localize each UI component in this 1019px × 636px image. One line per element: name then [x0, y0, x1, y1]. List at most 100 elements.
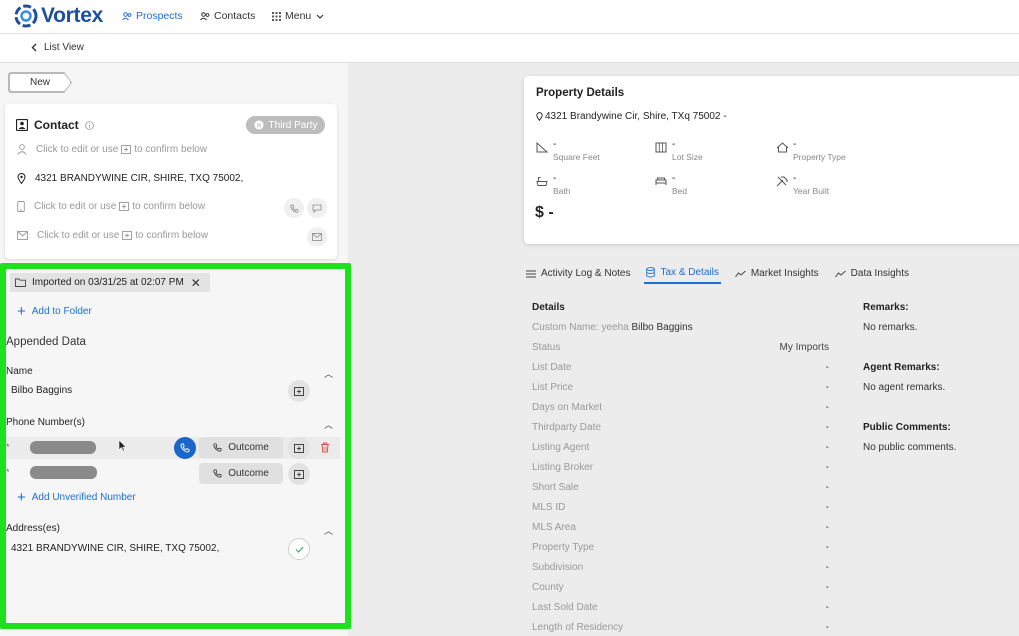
tab-activity-log[interactable]: Activity Log & Notes [524, 263, 632, 284]
plus-icon: + [17, 303, 26, 320]
detail-row-label: Thirdparty Date [532, 422, 601, 433]
stat-value: - [672, 139, 676, 150]
stat-value: - [672, 173, 676, 184]
confirm-icon [119, 202, 130, 211]
third-party-badge[interactable]: n Third Party [246, 116, 325, 134]
detail-row-value: - [825, 362, 829, 373]
confirm-name-button[interactable] [288, 380, 310, 402]
detail-row-value: - [825, 542, 829, 553]
add-unverified-number-link[interactable]: + Add Unverified Number [17, 490, 136, 505]
location-pin-icon [17, 173, 26, 184]
outcome-label: Outcome [228, 468, 269, 479]
detail-row-value: - [825, 402, 829, 413]
add-to-folder-link[interactable]: + Add to Folder [17, 304, 92, 319]
stat-value: - [553, 173, 557, 184]
contact-card-icon [16, 119, 28, 131]
back-to-list-view[interactable]: List View [31, 42, 84, 53]
phone-icon [180, 443, 190, 453]
confirm-icon [294, 469, 304, 479]
stat-label: Bath [553, 186, 571, 196]
contact-phone-field[interactable]: Click to edit or use to confirm below [17, 201, 205, 212]
tab-label: Market Insights [750, 268, 819, 279]
trend-icon [734, 270, 746, 277]
verified-address-button[interactable] [288, 538, 310, 560]
outcome-button[interactable]: Outcome [199, 463, 283, 484]
trash-icon[interactable] [320, 442, 330, 453]
remove-import-chip-icon[interactable]: ✕ [191, 276, 201, 290]
nav-prospects[interactable]: Prospects [122, 10, 183, 22]
call-phone-button[interactable] [174, 437, 196, 459]
tab-label: Activity Log & Notes [541, 268, 631, 279]
mouse-cursor-icon [118, 439, 127, 452]
stat-label: Property Type [793, 152, 846, 162]
status-tag-new[interactable]: New [9, 73, 71, 92]
detail-row-label: Subdivision [532, 562, 584, 573]
confirm-phone-button[interactable] [288, 437, 310, 459]
chevron-down-icon [316, 14, 324, 19]
tab-market-insights[interactable]: Market Insights [733, 263, 821, 284]
detail-row-label: Short Sale [532, 482, 579, 493]
detail-tabs: Activity Log & Notes Tax & Details Marke… [524, 263, 923, 285]
people-icon [122, 11, 132, 20]
appended-data-section: Imported on 03/31/25 at 02:07 PM ✕ + Add… [0, 263, 351, 629]
stat-label: Lot Size [672, 152, 703, 162]
detail-row-label: Status [532, 342, 561, 353]
vortex-logo[interactable]: Vortex [14, 4, 103, 28]
bed-icon [655, 177, 667, 185]
chevron-up-icon[interactable]: ︿ [324, 524, 333, 537]
contact-email-field[interactable]: Click to edit or use to confirm below [17, 230, 208, 241]
detail-row-label: List Price [532, 382, 574, 393]
contact-name-field[interactable]: Click to edit or use to confirm below [17, 144, 207, 155]
folder-icon [15, 278, 26, 287]
sub-bar: List View [0, 34, 1019, 63]
sms-button[interactable] [307, 198, 327, 218]
nav-menu-label: Menu [285, 10, 312, 22]
custom-name-row: Custom Name: yeeha Bilbo Baggins [532, 322, 693, 333]
outcome-button[interactable]: Outcome [199, 437, 283, 458]
detail-row-label: Property Type [532, 542, 595, 553]
email-button[interactable] [307, 227, 327, 247]
call-button[interactable] [284, 198, 304, 218]
chevron-left-icon [31, 43, 37, 52]
detail-row-value: - [825, 522, 829, 533]
add-unverified-label: Add Unverified Number [31, 492, 136, 503]
add-to-folder-label: Add to Folder [31, 306, 92, 317]
detail-row-value: - [825, 462, 829, 473]
detail-row-value: - [825, 562, 829, 573]
details-heading: Details [532, 302, 565, 313]
detail-row-label: Listing Broker [532, 462, 594, 473]
stat-label: Bed [672, 186, 688, 196]
phone-placeholder-a: Click to edit or use [34, 201, 117, 212]
nav-contacts[interactable]: Contacts [200, 10, 255, 22]
plus-icon: + [17, 489, 26, 506]
stat-value: - [793, 139, 797, 150]
confirm-icon [122, 231, 133, 240]
name-placeholder-b: to confirm below [134, 144, 208, 155]
detail-row-label: MLS ID [532, 502, 566, 513]
tab-data-insights[interactable]: Data Insights [833, 263, 911, 284]
confirm-icon [121, 145, 132, 154]
grid-icon [272, 11, 281, 21]
database-icon [646, 267, 656, 278]
tools-icon [776, 176, 788, 187]
detail-row-label: MLS Area [532, 522, 576, 533]
appended-data-title: Appended Data [6, 336, 86, 348]
name-section-label: Name [6, 366, 33, 377]
contact-address: 4321 BRANDYWINE CIR, SHIRE, TXQ 75002, [17, 173, 243, 184]
info-icon[interactable] [84, 120, 94, 130]
tab-tax-details[interactable]: Tax & Details [644, 263, 721, 284]
chevron-up-icon[interactable]: ︿ [324, 367, 333, 380]
masked-phone-number [30, 441, 96, 454]
back-label: List View [44, 42, 84, 53]
confirm-phone-button[interactable] [288, 463, 310, 485]
import-chip-label: Imported on 03/31/25 at 02:07 PM [32, 277, 184, 288]
detail-row-value: - [825, 582, 829, 593]
person-icon [17, 144, 27, 155]
remarks-title: Remarks: [863, 302, 909, 313]
contact-address-text: 4321 BRANDYWINE CIR, SHIRE, TXQ 75002, [35, 173, 244, 184]
tab-label: Tax & Details [660, 267, 719, 278]
chevron-up-icon[interactable]: ︿ [324, 418, 333, 431]
detail-row-value: - [825, 502, 829, 513]
nav-menu[interactable]: Menu [272, 10, 324, 22]
phone-icon [213, 443, 222, 452]
